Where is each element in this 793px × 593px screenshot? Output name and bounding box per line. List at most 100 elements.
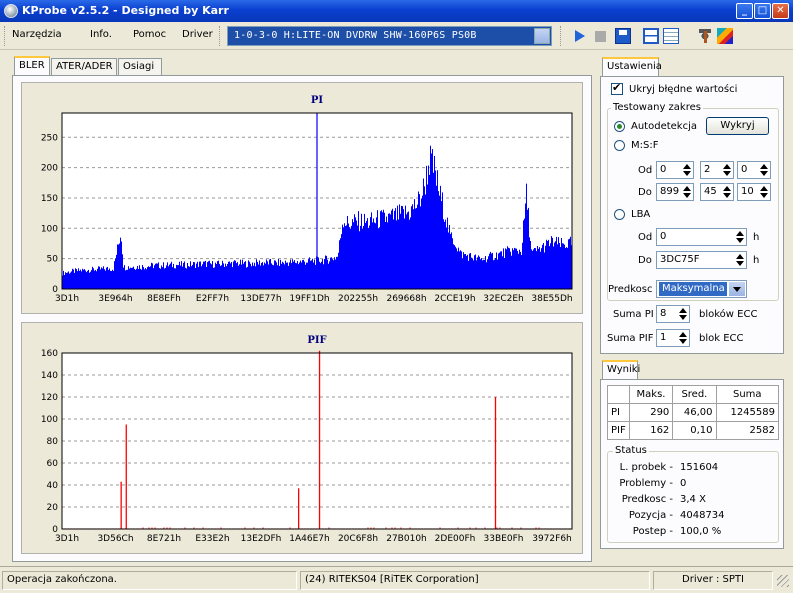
x-tick-label: 3D1h [55,534,79,544]
save-icon[interactable] [615,28,631,44]
sum-pif-label: Suma PIF [607,333,654,344]
status-message: Operacja zakończona. [2,571,297,590]
play-icon[interactable] [575,30,585,42]
drive-select-value: 1-0-3-0 H:LITE-ON DVDRW SHW-160P6S PS0B [234,30,477,41]
lba-from-unit: h [753,232,760,243]
sum-pi-unit: bloków ECC [699,309,758,320]
range-group-title: Testowany zakres [611,102,703,113]
x-tick-label: 2DE00Fh [435,534,476,544]
tools-icon[interactable] [697,28,713,44]
lba-radio[interactable] [614,209,625,220]
spinner-icon [721,185,732,199]
msf-to-frame[interactable]: 10 [737,183,771,201]
chevron-down-icon[interactable] [534,28,550,44]
msf-from-label: Od [638,165,653,176]
tab-settings[interactable]: Ustawienia [602,57,662,77]
layout-grid-icon[interactable] [663,28,679,44]
layout-split-icon[interactable] [643,28,659,44]
status-label: L. probek - [619,462,673,473]
stop-icon[interactable] [595,31,606,42]
y-tick-label: 250 [41,133,58,143]
x-tick-label: 1A46E7h [289,534,329,544]
drive-select[interactable]: 1-0-3-0 H:LITE-ON DVDRW SHW-160P6S PS0B [227,26,552,46]
x-tick-label: 19FF1Dh [289,294,329,304]
bler-panel: PI 0 50 100 150 200 250 3D1h 3E964h 8E8EFh E2FF7h 1… [12,75,592,562]
table-cell: PIF [607,421,630,440]
msf-from-sec[interactable]: 2 [700,161,734,179]
x-tick-label: 202255h [338,294,378,304]
y-tick-label: 140 [41,371,58,381]
lba-to-input[interactable]: 3DC75F [656,251,747,269]
pif-chart: PIF 0 20 40 60 80 100 120 140 160 3D1h 3D56Ch 8E721h… [21,322,583,554]
x-tick-label: 3972F6h [532,534,572,544]
chart-title: PI [311,95,324,106]
msf-to-sec[interactable]: 45 [700,183,734,201]
menu-driver[interactable]: Driver [182,29,213,40]
x-tick-label: E2FF7h [196,294,229,304]
lba-from-input[interactable]: 0 [656,228,747,246]
close-button[interactable]: ✕ [772,3,789,19]
lba-to-label: Do [638,255,652,266]
speed-select[interactable]: Maksymalna [656,280,747,298]
menu-tools[interactable]: Narzędzia [12,29,62,40]
minimize-button[interactable]: _ [736,3,753,19]
status-label: Predkosc - [621,494,673,505]
spinner-icon [677,307,688,321]
tab-ater-ader[interactable]: ATER/ADER [51,58,117,76]
x-tick-label: 3D1h [55,294,79,304]
x-tick-label: 8E8EFh [147,294,181,304]
status-value: 3,4 X [680,494,706,505]
lba-from-label: Od [638,232,653,243]
table-header-cell [607,385,630,404]
msf-to-min[interactable]: 899 [656,183,694,201]
msf-radio[interactable] [614,140,625,151]
chevron-down-icon[interactable] [729,282,745,296]
spinner-icon [677,331,688,345]
msf-label: M:S:F [631,140,659,151]
hide-errors-checkbox[interactable] [611,81,623,95]
sum-pi-input[interactable]: 8 [656,305,690,323]
x-tick-label: 38E55Dh [531,294,572,304]
menu-help[interactable]: Pomoc [133,29,166,40]
spinner-icon [734,230,745,244]
status-group-title: Status [613,445,649,456]
x-tick-label: 2CCE19h [434,294,475,304]
msf-from-min[interactable]: 0 [656,161,694,179]
table-header-cell: Sred. [672,385,717,404]
auto-radio[interactable] [614,121,625,132]
x-tick-label: 32EC2Eh [483,294,524,304]
status-label: Pozycja - [628,510,673,521]
settings-panel: Ukryj błędne wartości Testowany zakres A… [600,76,784,354]
speed-label: Predkosc [608,284,653,295]
table-cell: PI [607,403,630,422]
color-settings-icon[interactable] [717,28,733,44]
y-tick-label: 200 [41,164,58,174]
pif-chart-svg: PIF0204060801001201401603D1h 3D56Ch 8E721h… [41,335,573,544]
detect-button[interactable]: Wykryj [706,117,769,135]
spinner-icon [758,185,769,199]
window-title: KProbe v2.5.2 - Designed by Karr [22,4,229,17]
hide-errors-label: Ukryj błędne wartości [629,84,738,95]
msf-from-frame[interactable]: 0 [737,161,771,179]
menu-info[interactable]: Info. [90,29,112,40]
tab-results[interactable]: Wyniki [602,360,640,380]
lba-label: LBA [631,209,651,220]
table-cell: 162 [628,421,674,440]
status-value: 151604 [680,462,719,473]
speed-select-value: Maksymalna [659,282,727,296]
x-tick-label: 3D56Ch [97,534,133,544]
auto-label: Autodetekcja [631,121,697,132]
tab-bler[interactable]: BLER [14,56,50,76]
status-label: Problemy - [619,478,673,489]
spinner-icon [681,163,692,177]
spinner-icon [721,163,732,177]
resize-grip-icon[interactable] [777,575,789,587]
results-table: Maks. Sred. Suma PI 290 46,00 1245589 PI… [607,385,779,440]
spinner-icon [758,163,769,177]
maximize-button[interactable]: □ [754,3,771,19]
tab-performance[interactable]: Osiagi [118,58,162,76]
sum-pif-input[interactable]: 1 [656,329,690,347]
table-row: PI 290 46,00 1245589 [607,403,779,422]
y-tick-label: 80 [47,437,59,447]
x-tick-label: 13E2DFh [241,534,282,544]
